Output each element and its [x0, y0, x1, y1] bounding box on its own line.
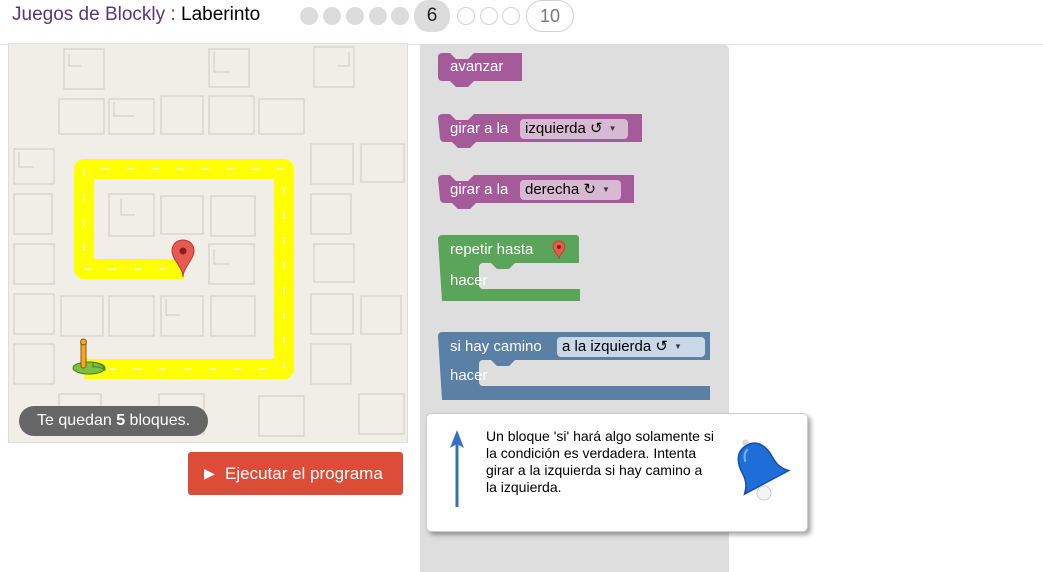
goal-marker-icon: [552, 240, 566, 260]
up-arrow-icon: [450, 430, 464, 507]
run-program-label: Ejecutar el programa: [225, 464, 383, 483]
capacity-count: 5: [116, 412, 126, 429]
level-dot-4[interactable]: [369, 7, 387, 25]
level-dot-2[interactable]: [323, 7, 341, 25]
move-forward-label: avanzar: [450, 58, 504, 75]
title-separator: :: [165, 4, 181, 25]
turn-right-option: derecha ↻: [525, 181, 596, 198]
turn-left-option: izquierda ↺: [525, 120, 603, 137]
level-last[interactable]: 10: [526, 0, 574, 32]
dropdown-arrow-icon: ▼: [673, 342, 682, 351]
pegman-start-icon: [72, 338, 106, 375]
capacity-prefix: Te quedan: [37, 412, 117, 429]
page-name: Laberinto: [181, 4, 261, 25]
if-direction-option: a la izquierda ↺: [562, 338, 668, 355]
turn-left-label: girar a la: [450, 120, 509, 137]
if-path-label: si hay camino: [450, 338, 542, 355]
maze-canvas: Te quedan 5 bloques.: [8, 43, 408, 443]
capacity-suffix: bloques.: [125, 412, 191, 429]
capacity-badge: Te quedan 5 bloques.: [19, 406, 209, 436]
level-current[interactable]: 6: [414, 0, 450, 32]
hint-text: Un bloque 'si' hará algo solamente si la…: [486, 428, 714, 495]
turn-left-dropdown[interactable]: izquierda ↺ ▼: [520, 119, 628, 139]
move-forward-block[interactable]: avanzar: [438, 53, 522, 87]
level-dot-9[interactable]: [502, 7, 520, 25]
level-dot-1[interactable]: [300, 7, 318, 25]
repeat-do-label: hacer: [450, 272, 488, 289]
if-direction-dropdown[interactable]: a la izquierda ↺ ▼: [557, 337, 705, 357]
if-do-label: hacer: [450, 367, 488, 384]
app-name-link[interactable]: Juegos de Blockly: [12, 4, 165, 25]
hint-bubble: Un bloque 'si' hará algo solamente si la…: [426, 413, 808, 532]
maze-map: [13, 46, 405, 437]
header: Juegos de Blockly : Laberinto 6 10: [0, 0, 1043, 45]
repeat-until-label: repetir hasta: [450, 241, 534, 258]
if-path-block[interactable]: si hay camino a la izquierda ↺ ▼ hacer: [438, 332, 710, 402]
turn-left-block[interactable]: girar a la izquierda ↺ ▼: [438, 114, 642, 148]
dropdown-arrow-icon: ▼: [601, 185, 610, 194]
turn-right-label: girar a la: [450, 181, 509, 198]
level-dot-7[interactable]: [457, 7, 475, 25]
turn-right-block[interactable]: girar a la derecha ↻ ▼: [438, 175, 634, 209]
level-dot-3[interactable]: [346, 7, 364, 25]
bell-icon[interactable]: [727, 432, 793, 504]
repeat-until-block[interactable]: repetir hasta hacer: [438, 235, 580, 305]
turn-right-dropdown[interactable]: derecha ↻ ▼: [520, 180, 621, 200]
run-program-button[interactable]: ▶ Ejecutar el programa: [188, 452, 403, 495]
dropdown-arrow-icon: ▼: [608, 124, 617, 133]
level-dot-8[interactable]: [480, 7, 498, 25]
play-icon: ▶: [204, 465, 215, 481]
page-title: Juegos de Blockly : Laberinto: [12, 3, 260, 27]
level-dot-5[interactable]: [391, 7, 409, 25]
